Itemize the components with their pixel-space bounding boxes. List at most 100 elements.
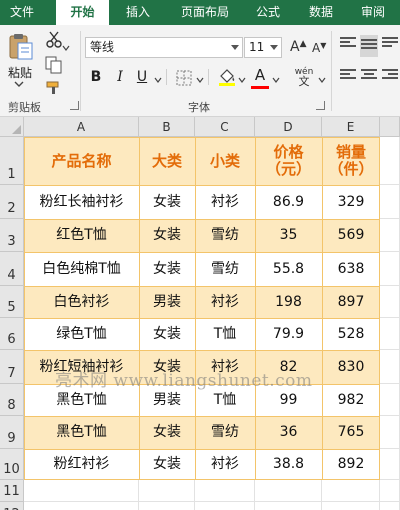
paste-icon[interactable]	[9, 33, 33, 60]
table-cell[interactable]: 黑色T恤	[24, 416, 139, 449]
table-cell[interactable]: 雪纺	[195, 252, 255, 286]
table-cell[interactable]: 36	[255, 416, 322, 449]
table-cell[interactable]: 982	[322, 384, 380, 416]
row-header-4[interactable]: 4	[0, 252, 24, 286]
tab-insert[interactable]: 插入	[112, 0, 164, 25]
row-header-9[interactable]: 9	[0, 416, 24, 449]
tab-data[interactable]: 数据	[298, 0, 344, 25]
empty-cell[interactable]	[322, 480, 380, 502]
font-color-button[interactable]: A	[252, 63, 268, 87]
table-cell[interactable]: 男装	[139, 286, 195, 318]
row-header-6[interactable]: 6	[0, 318, 24, 350]
empty-cell[interactable]	[195, 502, 255, 510]
chevron-down-icon[interactable]	[231, 45, 239, 50]
table-cell[interactable]: 女装	[139, 185, 195, 219]
bold-button[interactable]: B	[86, 65, 106, 89]
table-cell[interactable]: 雪纺	[195, 219, 255, 252]
table-cell[interactable]: 女装	[139, 350, 195, 384]
chevron-down-icon[interactable]	[238, 77, 246, 83]
table-cell[interactable]: 绿色T恤	[24, 318, 139, 350]
table-cell[interactable]: 粉红短袖衬衫	[24, 350, 139, 384]
table-cell[interactable]: 892	[322, 449, 380, 480]
table-cell[interactable]: 198	[255, 286, 322, 318]
clipboard-dialog-launcher[interactable]	[70, 101, 79, 110]
empty-cell[interactable]	[139, 502, 195, 510]
table-cell[interactable]: 35	[255, 219, 322, 252]
empty-cell[interactable]	[380, 137, 400, 185]
empty-cell[interactable]	[24, 480, 139, 502]
empty-cell[interactable]	[380, 286, 400, 318]
empty-cell[interactable]	[380, 219, 400, 252]
table-cell[interactable]: 528	[322, 318, 380, 350]
table-cell[interactable]: 雪纺	[195, 416, 255, 449]
table-cell[interactable]: 99	[255, 384, 322, 416]
align-left-icon[interactable]	[340, 69, 356, 83]
header-cell-d[interactable]: 价格 （元）	[255, 137, 322, 185]
column-header-d[interactable]: D	[255, 117, 322, 137]
table-cell[interactable]: 569	[322, 219, 380, 252]
chevron-down-icon[interactable]	[270, 45, 278, 50]
borders-icon[interactable]	[176, 70, 192, 86]
empty-cell[interactable]	[139, 480, 195, 502]
chevron-down-icon[interactable]	[318, 77, 326, 83]
font-size-combobox[interactable]: 11	[244, 37, 282, 58]
empty-cell[interactable]	[380, 384, 400, 416]
chevron-down-icon[interactable]	[154, 77, 162, 83]
table-cell[interactable]: 765	[322, 416, 380, 449]
empty-cell[interactable]	[380, 502, 400, 510]
row-header-1[interactable]: 1	[0, 137, 24, 185]
font-name-combobox[interactable]: 等线	[85, 37, 243, 58]
empty-cell[interactable]	[24, 502, 139, 510]
paste-button[interactable]: 粘贴	[8, 64, 32, 81]
chevron-down-icon[interactable]	[14, 80, 24, 88]
chevron-down-icon[interactable]	[196, 77, 204, 83]
table-cell[interactable]: 女装	[139, 416, 195, 449]
table-cell[interactable]: 638	[322, 252, 380, 286]
table-cell[interactable]: T恤	[195, 318, 255, 350]
empty-cell[interactable]	[380, 318, 400, 350]
table-cell[interactable]: 55.8	[255, 252, 322, 286]
header-cell-e[interactable]: 销量 （件）	[322, 137, 380, 185]
table-cell[interactable]: 86.9	[255, 185, 322, 219]
empty-cell[interactable]	[380, 416, 400, 449]
table-cell[interactable]: 女装	[139, 449, 195, 480]
tab-page-layout[interactable]: 页面布局	[170, 0, 240, 25]
font-dialog-launcher[interactable]	[316, 101, 325, 110]
align-top-icon[interactable]	[340, 37, 356, 51]
chevron-down-icon[interactable]	[272, 77, 280, 83]
tab-home[interactable]: 开始	[56, 0, 109, 27]
empty-cell[interactable]	[380, 350, 400, 384]
align-bottom-icon[interactable]	[382, 37, 398, 51]
empty-cell[interactable]	[380, 449, 400, 480]
table-cell[interactable]: 粉红长袖衬衫	[24, 185, 139, 219]
phonetic-guide-button[interactable]: wén 文	[292, 68, 316, 88]
column-header-a[interactable]: A	[24, 117, 139, 137]
table-cell[interactable]: 粉红衬衫	[24, 449, 139, 480]
row-header-11[interactable]: 11	[0, 480, 24, 502]
empty-cell[interactable]	[255, 502, 322, 510]
fill-color-icon[interactable]	[218, 67, 236, 87]
tab-review[interactable]: 审阅	[350, 0, 396, 25]
cut-icon[interactable]	[44, 31, 64, 49]
underline-button[interactable]: U	[132, 65, 152, 89]
table-cell[interactable]: 男装	[139, 384, 195, 416]
row-header-12[interactable]: 12	[0, 502, 24, 510]
header-cell-c[interactable]: 小类	[195, 137, 255, 185]
table-cell[interactable]: 女装	[139, 318, 195, 350]
row-header-7[interactable]: 7	[0, 350, 24, 384]
empty-cell[interactable]	[380, 252, 400, 286]
empty-cell[interactable]	[195, 480, 255, 502]
table-cell[interactable]: 黑色T恤	[24, 384, 139, 416]
empty-cell[interactable]	[255, 480, 322, 502]
column-header-b[interactable]: B	[139, 117, 195, 137]
header-cell-a[interactable]: 产品名称	[24, 137, 139, 185]
copy-icon[interactable]	[44, 56, 64, 74]
row-header-10[interactable]: 10	[0, 449, 24, 480]
increase-font-size-button[interactable]: A▲	[290, 39, 307, 55]
table-cell[interactable]: 红色T恤	[24, 219, 139, 252]
chevron-down-icon[interactable]	[62, 45, 70, 51]
row-header-5[interactable]: 5	[0, 286, 24, 318]
row-header-2[interactable]: 2	[0, 185, 24, 219]
align-right-icon[interactable]	[382, 69, 398, 83]
table-cell[interactable]: 白色衬衫	[24, 286, 139, 318]
